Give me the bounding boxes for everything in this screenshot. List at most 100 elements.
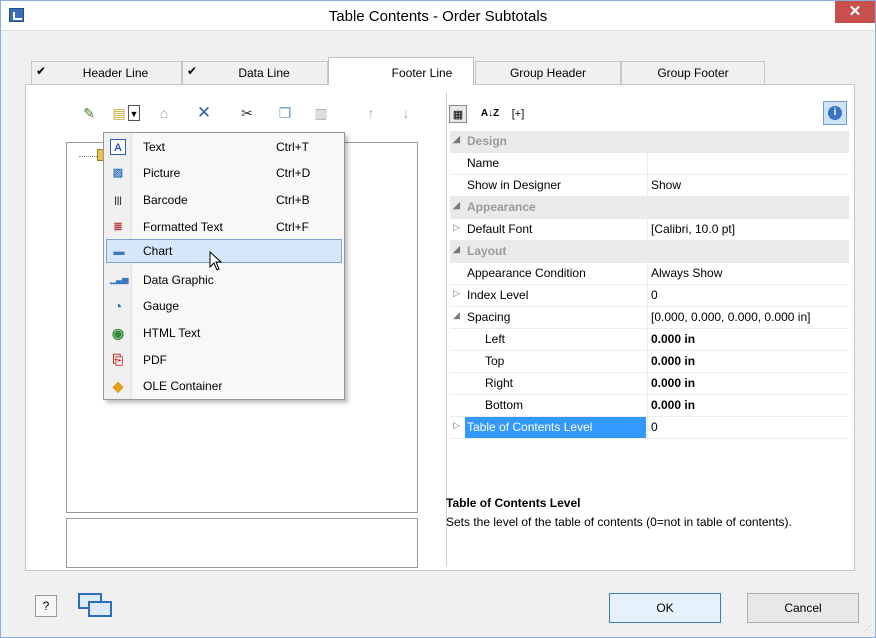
info-toggle-button[interactable]: i bbox=[823, 101, 847, 125]
collapse-icon[interactable]: ◢ bbox=[453, 244, 460, 255]
property-row[interactable]: Left 0.000 in bbox=[450, 329, 849, 351]
section-layout[interactable]: ◢ Layout bbox=[450, 241, 849, 263]
column-divider bbox=[647, 307, 648, 328]
windows-icon[interactable] bbox=[76, 591, 116, 621]
tab-data-line[interactable]: ✔ Data Line bbox=[182, 61, 328, 84]
close-button[interactable]: ✕ bbox=[835, 1, 875, 23]
property-value[interactable]: 0.000 in bbox=[651, 332, 695, 346]
tab-group-footer[interactable]: Group Footer bbox=[621, 61, 765, 84]
help-button[interactable]: ? bbox=[35, 595, 57, 617]
property-value[interactable]: [Calibri, 10.0 pt] bbox=[651, 222, 735, 236]
property-name: Right bbox=[485, 376, 514, 390]
property-name: Appearance Condition bbox=[467, 266, 586, 280]
section-label: Design bbox=[467, 134, 508, 148]
expand-all-button[interactable]: [+] bbox=[507, 105, 529, 123]
data-graphic-icon: ▁▃▅ bbox=[110, 275, 129, 284]
formatted-text-icon: ≣ bbox=[113, 221, 123, 233]
menu-item-data-graphic[interactable]: ▁▃▅ Data Graphic bbox=[106, 268, 342, 292]
property-row[interactable]: Bottom 0.000 in bbox=[450, 395, 849, 417]
preview-box bbox=[66, 518, 418, 568]
expand-icon[interactable]: ▷ bbox=[453, 420, 460, 431]
move-down-icon[interactable]: ↓ bbox=[398, 105, 414, 121]
resize-grip-icon[interactable]: ⋰ bbox=[863, 625, 871, 634]
property-name: Index Level bbox=[467, 288, 529, 302]
tab-label: Data Line bbox=[238, 66, 290, 80]
property-value[interactable]: 0.000 in bbox=[651, 354, 695, 368]
categorized-view-icon[interactable]: ▦ bbox=[449, 105, 467, 123]
expand-icon[interactable]: ▷ bbox=[453, 222, 460, 233]
collapse-icon[interactable]: ◢ bbox=[453, 310, 460, 321]
sort-alphabetical-icon[interactable]: A↓Z bbox=[478, 105, 502, 123]
cut-icon[interactable]: ✂ bbox=[239, 105, 255, 121]
property-row[interactable]: Name bbox=[450, 153, 849, 175]
collapse-icon[interactable]: ◢ bbox=[453, 134, 460, 145]
property-row-selected[interactable]: ▷ Table of Contents Level 0 bbox=[450, 417, 849, 439]
tab-header-line[interactable]: ✔ Header Line bbox=[31, 61, 182, 84]
move-up-icon[interactable]: ↑ bbox=[363, 105, 379, 121]
property-row[interactable]: ◢ Spacing [0.000, 0.000, 0.000, 0.000 in… bbox=[450, 307, 849, 329]
menu-item-shortcut: Ctrl+T bbox=[276, 140, 309, 154]
column-divider bbox=[647, 263, 648, 284]
info-icon: i bbox=[828, 106, 842, 120]
menu-item-chart[interactable]: ▬ Chart bbox=[106, 239, 342, 263]
property-row[interactable]: Top 0.000 in bbox=[450, 351, 849, 373]
section-label: Appearance bbox=[467, 200, 536, 214]
property-row[interactable]: Appearance Condition Always Show bbox=[450, 263, 849, 285]
menu-item-label: PDF bbox=[143, 353, 167, 367]
check-icon[interactable]: ✔ bbox=[187, 64, 197, 78]
cancel-button[interactable]: Cancel bbox=[747, 593, 859, 623]
menu-item-label: Data Graphic bbox=[143, 273, 214, 287]
barcode-object-icon: ||| bbox=[114, 195, 122, 205]
menu-item-text[interactable]: A Text Ctrl+T bbox=[106, 135, 342, 159]
collapse-icon[interactable]: ◢ bbox=[453, 200, 460, 211]
check-icon[interactable]: ✔ bbox=[36, 64, 46, 78]
ok-button[interactable]: OK bbox=[609, 593, 721, 623]
column-divider bbox=[647, 417, 648, 438]
menu-item-label: Chart bbox=[143, 244, 173, 258]
property-value[interactable]: Show bbox=[651, 178, 681, 192]
property-value[interactable]: Always Show bbox=[651, 266, 722, 280]
column-divider bbox=[647, 373, 648, 394]
picture-object-icon: ▨ bbox=[112, 167, 124, 179]
expand-icon[interactable]: ▷ bbox=[453, 288, 460, 299]
section-design[interactable]: ◢ Design bbox=[450, 131, 849, 153]
property-row[interactable]: Right 0.000 in bbox=[450, 373, 849, 395]
paste-icon[interactable]: ▥ bbox=[313, 105, 329, 121]
copy-icon[interactable]: ❐ bbox=[277, 105, 293, 121]
property-name: Spacing bbox=[467, 310, 511, 324]
menu-item-pdf[interactable]: ⎘ PDF bbox=[106, 348, 342, 372]
dropdown-arrow-icon[interactable]: ▼ bbox=[128, 105, 140, 121]
tab-group-header[interactable]: Group Header bbox=[475, 61, 621, 84]
property-value[interactable]: 0 bbox=[651, 288, 658, 302]
column-divider bbox=[647, 329, 648, 350]
property-row[interactable]: ▷ Index Level 0 bbox=[450, 285, 849, 307]
menu-item-gauge[interactable]: ◔ Gauge bbox=[106, 294, 342, 318]
menu-item-barcode[interactable]: ||| Barcode Ctrl+B bbox=[106, 188, 342, 212]
property-value[interactable]: 0 bbox=[651, 420, 658, 434]
dialog-window: Table Contents - Order Subtotals ✕ ✔ Hea… bbox=[0, 0, 876, 638]
properties-icon[interactable]: ⌂ bbox=[156, 105, 172, 121]
edit-object-icon[interactable]: ✎ bbox=[81, 105, 97, 121]
mouse-cursor-icon bbox=[209, 251, 223, 271]
menu-item-label: Text bbox=[143, 140, 166, 154]
menu-item-label: HTML Text bbox=[143, 326, 201, 340]
menu-item-label: OLE Container bbox=[143, 379, 223, 393]
property-value[interactable]: 0.000 in bbox=[651, 376, 695, 390]
section-appearance[interactable]: ◢ Appearance bbox=[450, 197, 849, 219]
property-row[interactable]: ▷ Default Font [Calibri, 10.0 pt] bbox=[450, 219, 849, 241]
property-value[interactable]: 0.000 in bbox=[651, 398, 695, 412]
menu-item-formatted-text[interactable]: ≣ Formatted Text Ctrl+F bbox=[106, 215, 342, 239]
menu-item-picture[interactable]: ▨ Picture Ctrl+D bbox=[106, 161, 342, 185]
menu-item-html-text[interactable]: ◉ HTML Text bbox=[106, 321, 342, 345]
delete-icon[interactable]: ✕ bbox=[196, 104, 212, 121]
tree-connector bbox=[79, 156, 99, 157]
property-name: Default Font bbox=[467, 222, 533, 236]
menu-item-ole-container[interactable]: ◆ OLE Container bbox=[106, 374, 342, 398]
description-title: Table of Contents Level bbox=[446, 496, 581, 510]
property-value[interactable]: [0.000, 0.000, 0.000, 0.000 in] bbox=[651, 310, 810, 324]
column-divider bbox=[647, 219, 648, 240]
insert-object-icon[interactable]: ▤ bbox=[111, 105, 127, 121]
tab-footer-line[interactable]: Footer Line bbox=[328, 57, 474, 85]
menu-item-label: Formatted Text bbox=[143, 220, 223, 234]
property-row[interactable]: Show in Designer Show bbox=[450, 175, 849, 197]
